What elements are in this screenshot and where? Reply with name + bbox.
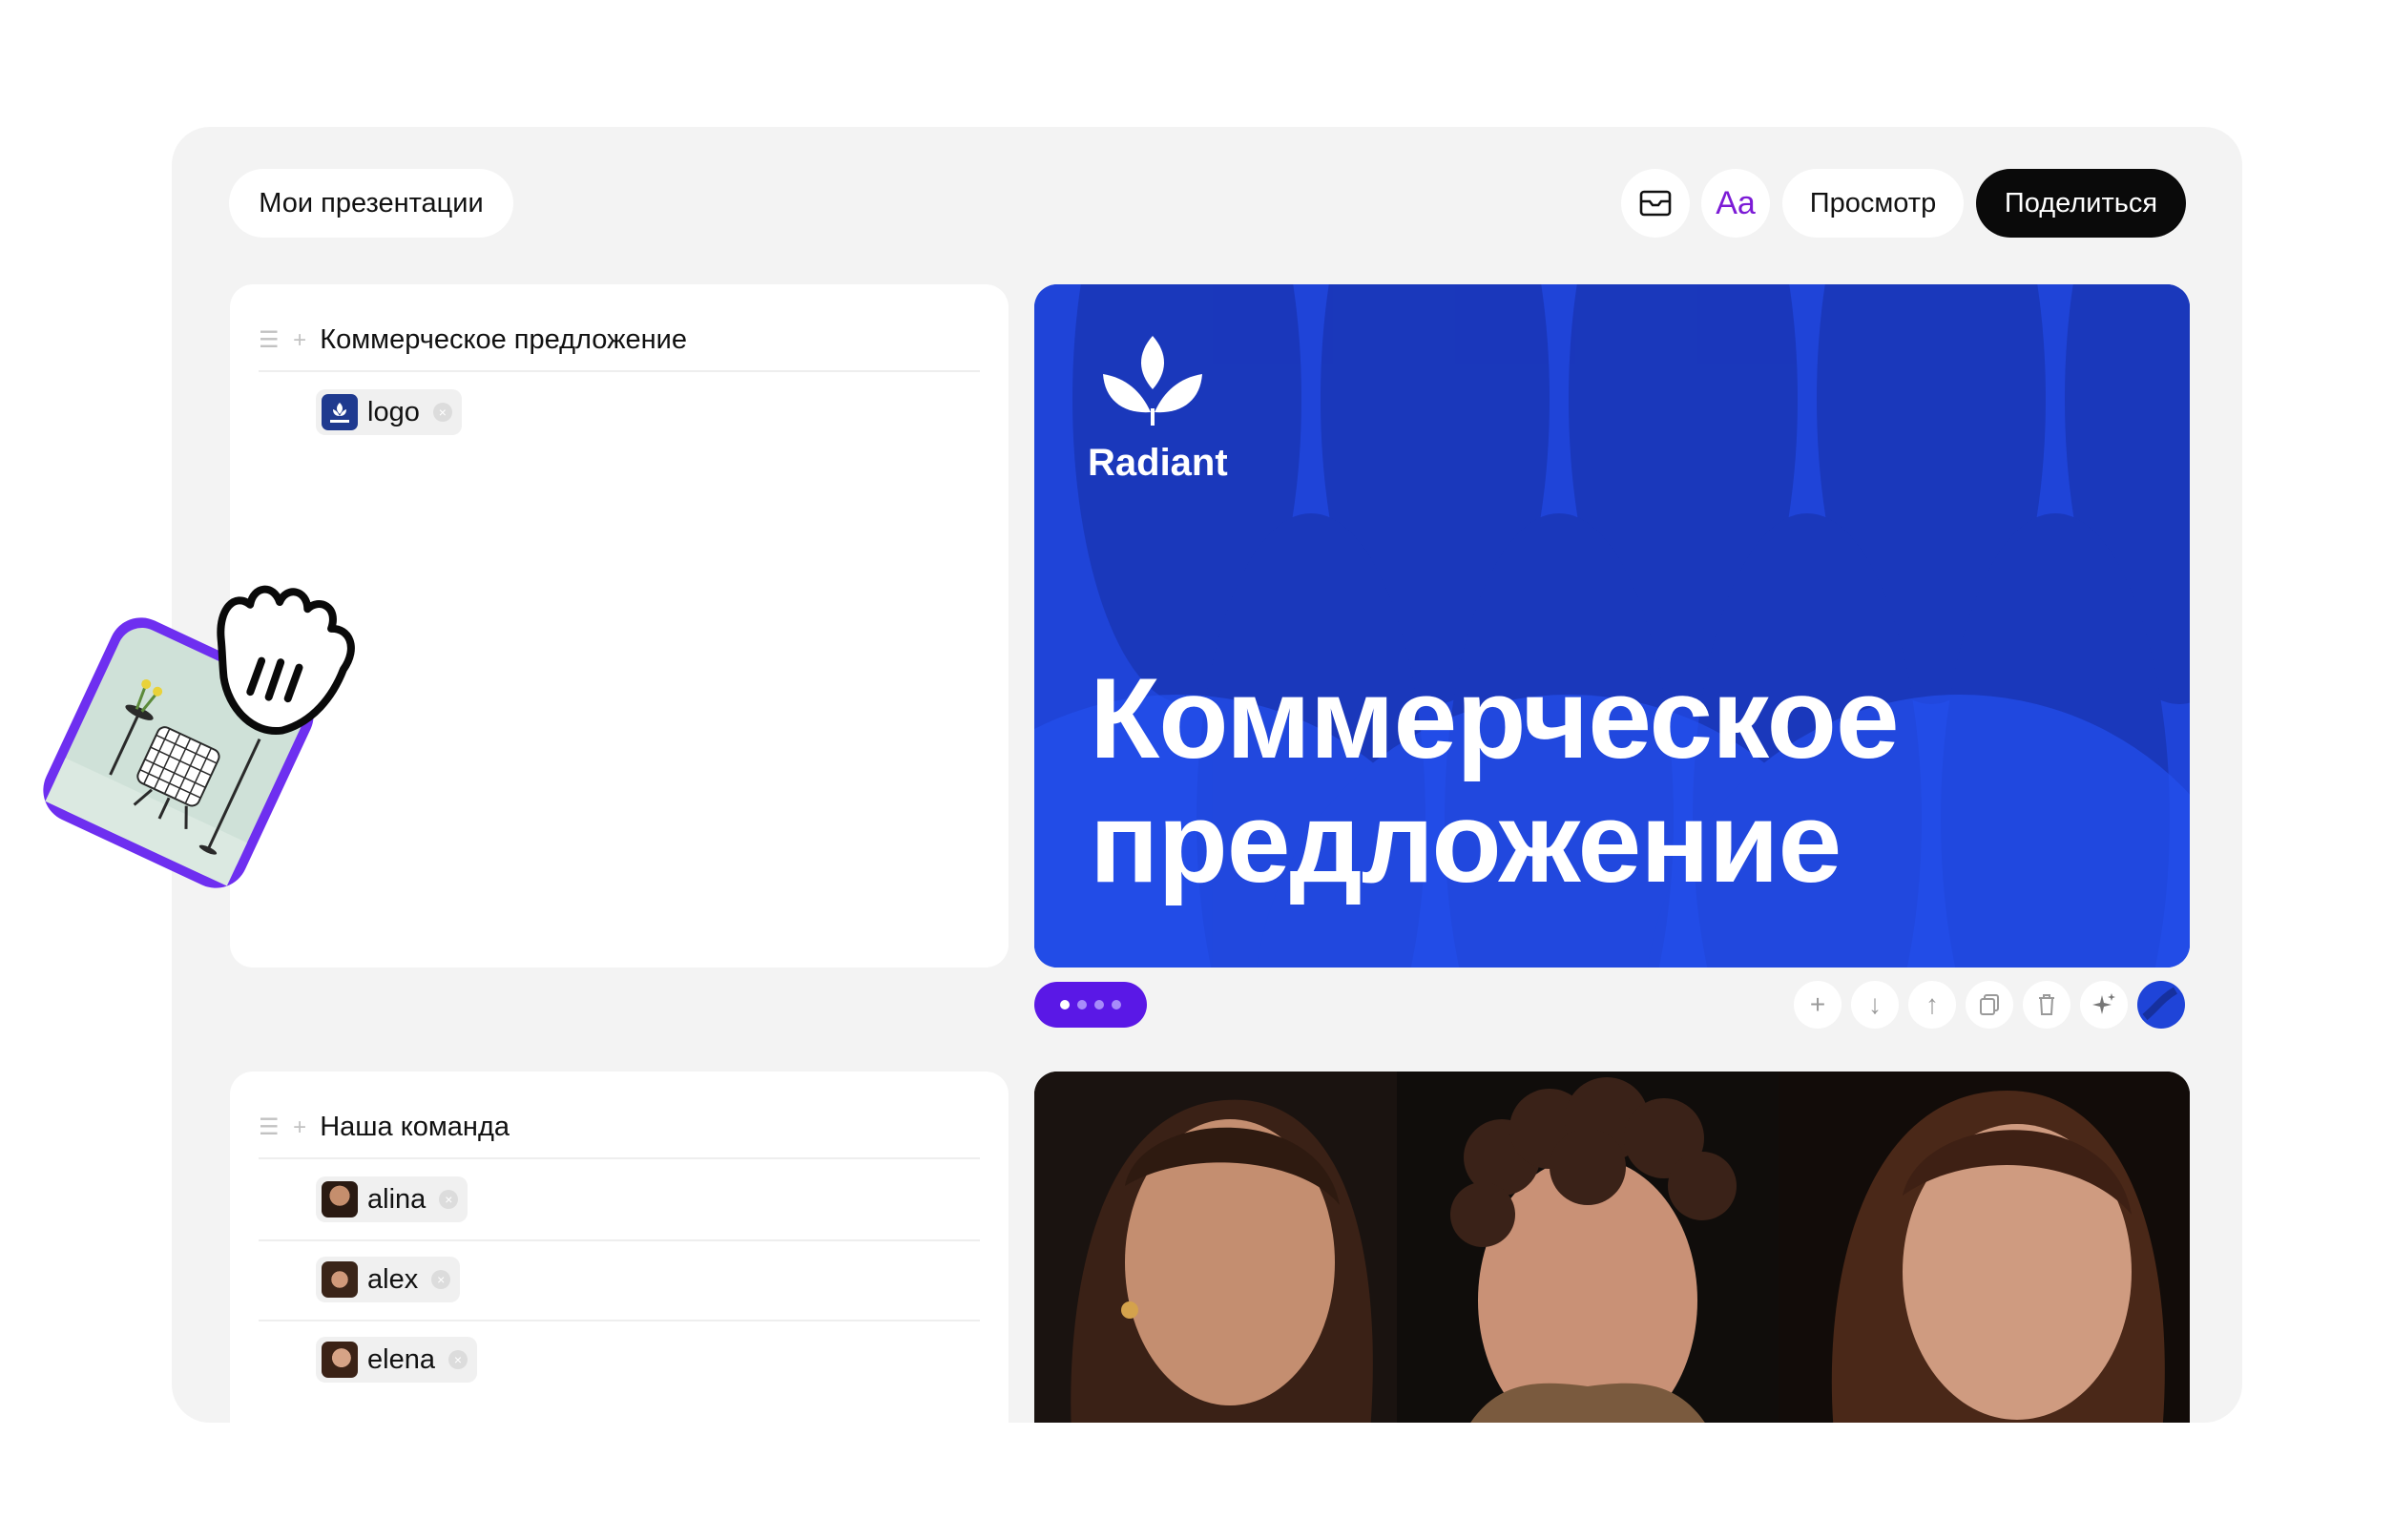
remove-icon[interactable]: ×: [439, 1190, 459, 1209]
asset-chip[interactable]: alex ×: [316, 1257, 461, 1302]
pager-dot[interactable]: [1060, 1000, 1070, 1009]
asset-label: alina: [367, 1183, 427, 1215]
grab-hand-icon: [217, 585, 355, 736]
mail-icon: [1639, 190, 1672, 217]
move-down-button[interactable]: ↓: [1851, 981, 1899, 1029]
slide-color-button[interactable]: [2137, 981, 2185, 1029]
delete-button[interactable]: [2023, 981, 2070, 1029]
slide-title[interactable]: Radiant Коммерческое предложение: [1034, 284, 2190, 968]
pager-dot[interactable]: [1094, 1000, 1104, 1009]
asset-label: logo: [367, 396, 420, 427]
remove-icon[interactable]: ×: [432, 403, 452, 422]
list-item: alex ×: [259, 1239, 980, 1321]
font-settings-button[interactable]: Aa: [1701, 169, 1770, 238]
mail-button[interactable]: [1621, 169, 1690, 238]
section-title[interactable]: Коммерческое предложение: [320, 324, 687, 356]
duplicate-button[interactable]: [1966, 981, 2013, 1029]
asset-chip[interactable]: alina ×: [316, 1176, 468, 1222]
slide-variants-pager[interactable]: [1034, 982, 1147, 1028]
avatar: [322, 1261, 358, 1298]
pager-dot[interactable]: [1112, 1000, 1121, 1009]
add-slide-button[interactable]: +: [1794, 981, 1842, 1029]
brand-name: Radiant: [1088, 442, 1228, 484]
drag-add-controls[interactable]: ☰ +: [259, 326, 310, 354]
preview-button[interactable]: Просмотр: [1782, 169, 1964, 238]
slide-headline: Коммерческое предложение: [1090, 655, 1900, 906]
remove-icon[interactable]: ×: [431, 1270, 451, 1289]
dragged-image-sticker[interactable]: [27, 585, 355, 905]
editor-window: Мои презентации Aa Просмотр Поделиться ☰…: [172, 127, 2242, 1423]
avatar: [322, 1342, 358, 1378]
section-panel-team: ☰ + Наша команда alina × alex × elena ×: [230, 1072, 1009, 1423]
asset-label: elena: [367, 1343, 435, 1375]
team-photo-alex: [1397, 1072, 1779, 1423]
drag-add-controls[interactable]: ☰ +: [259, 1113, 310, 1141]
avatar: [322, 1181, 358, 1217]
asset-label: alex: [367, 1263, 419, 1295]
move-up-button[interactable]: ↑: [1908, 981, 1956, 1029]
asset-chip[interactable]: logo ×: [316, 389, 462, 435]
share-button[interactable]: Поделиться: [1976, 169, 2186, 238]
list-item: elena ×: [259, 1320, 980, 1400]
color-swatch-icon: [2138, 982, 2184, 1028]
team-photo-alina: [1034, 1072, 1397, 1423]
list-item: logo ×: [259, 372, 980, 452]
section-header: ☰ + Коммерческое предложение: [259, 309, 980, 372]
move-up-icon: ↑: [1925, 989, 1939, 1019]
sparkle-icon: [2092, 993, 2115, 1014]
radiant-logo-icon: [1103, 336, 1202, 426]
trash-icon: [2039, 994, 2054, 1015]
section-title[interactable]: Наша команда: [320, 1112, 510, 1143]
pager-dot[interactable]: [1077, 1000, 1087, 1009]
headline-line-1: Коммерческое: [1090, 655, 1900, 782]
section-header: ☰ + Наша команда: [259, 1096, 980, 1159]
move-down-icon: ↓: [1868, 989, 1882, 1019]
remove-icon[interactable]: ×: [447, 1350, 468, 1369]
logo-thumbnail: [322, 394, 358, 430]
my-presentations-button[interactable]: Мои презентации: [229, 169, 513, 238]
list-item: alina ×: [259, 1159, 980, 1241]
slide-team[interactable]: [1034, 1072, 2190, 1423]
add-icon: +: [1809, 989, 1826, 1019]
team-photo-elena: [1779, 1072, 2190, 1423]
ai-magic-button[interactable]: [2080, 981, 2128, 1029]
asset-chip[interactable]: elena ×: [316, 1337, 477, 1383]
duplicate-icon: [1980, 994, 1999, 1015]
headline-line-2: предложение: [1090, 779, 1842, 906]
